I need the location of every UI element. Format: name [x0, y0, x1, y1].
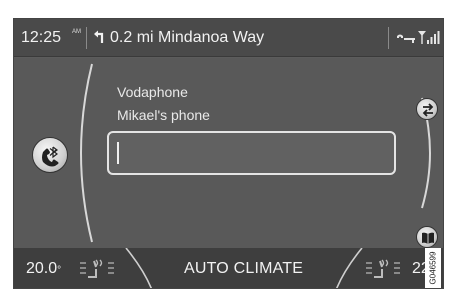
bluetooth-phone-button[interactable]: [32, 137, 68, 173]
clock-time: 12:25: [21, 29, 62, 46]
climate-right-arc: [335, 248, 363, 288]
left-seat-fan-icon[interactable]: [78, 257, 120, 281]
turn-left-icon: [94, 30, 104, 43]
swap-arrows-icon: [422, 103, 434, 117]
bluetooth-phone-icon: [42, 146, 59, 167]
phone-connected-icon: [397, 34, 415, 43]
status-bar: 12:25 AM 0.2 mi Mindanoa Way: [14, 19, 443, 57]
status-divider: [388, 27, 389, 49]
network-operator: Vodaphone: [117, 84, 188, 100]
signal-strength-icon: [418, 31, 440, 44]
number-entry-field[interactable]: [107, 131, 396, 175]
connected-phone-name: Mikael's phone: [117, 107, 210, 123]
clock-ampm: AM: [72, 29, 81, 35]
infotainment-screen: 12:25 AM 0.2 mi Mindanoa Way Vodaphone M…: [13, 18, 444, 289]
switch-button[interactable]: [416, 98, 438, 120]
navigation-instruction: 0.2 mi Mindanoa Way: [110, 29, 265, 46]
phonebook-button[interactable]: [416, 226, 438, 248]
image-code-label: G046599: [425, 248, 441, 288]
left-temperature[interactable]: 20.0°: [26, 260, 61, 278]
auto-climate-label[interactable]: AUTO CLIMATE: [184, 260, 303, 278]
right-decor-arc: [421, 97, 431, 209]
climate-left-arc: [125, 248, 153, 288]
phone-panel: Vodaphone Mikael's phone: [14, 58, 443, 248]
climate-bar: 20.0° AUTO CLIMATE 22°: [14, 248, 443, 288]
right-seat-fan-icon[interactable]: [364, 257, 406, 281]
text-cursor: [117, 142, 119, 164]
status-divider: [86, 27, 87, 49]
book-icon: [422, 232, 434, 244]
